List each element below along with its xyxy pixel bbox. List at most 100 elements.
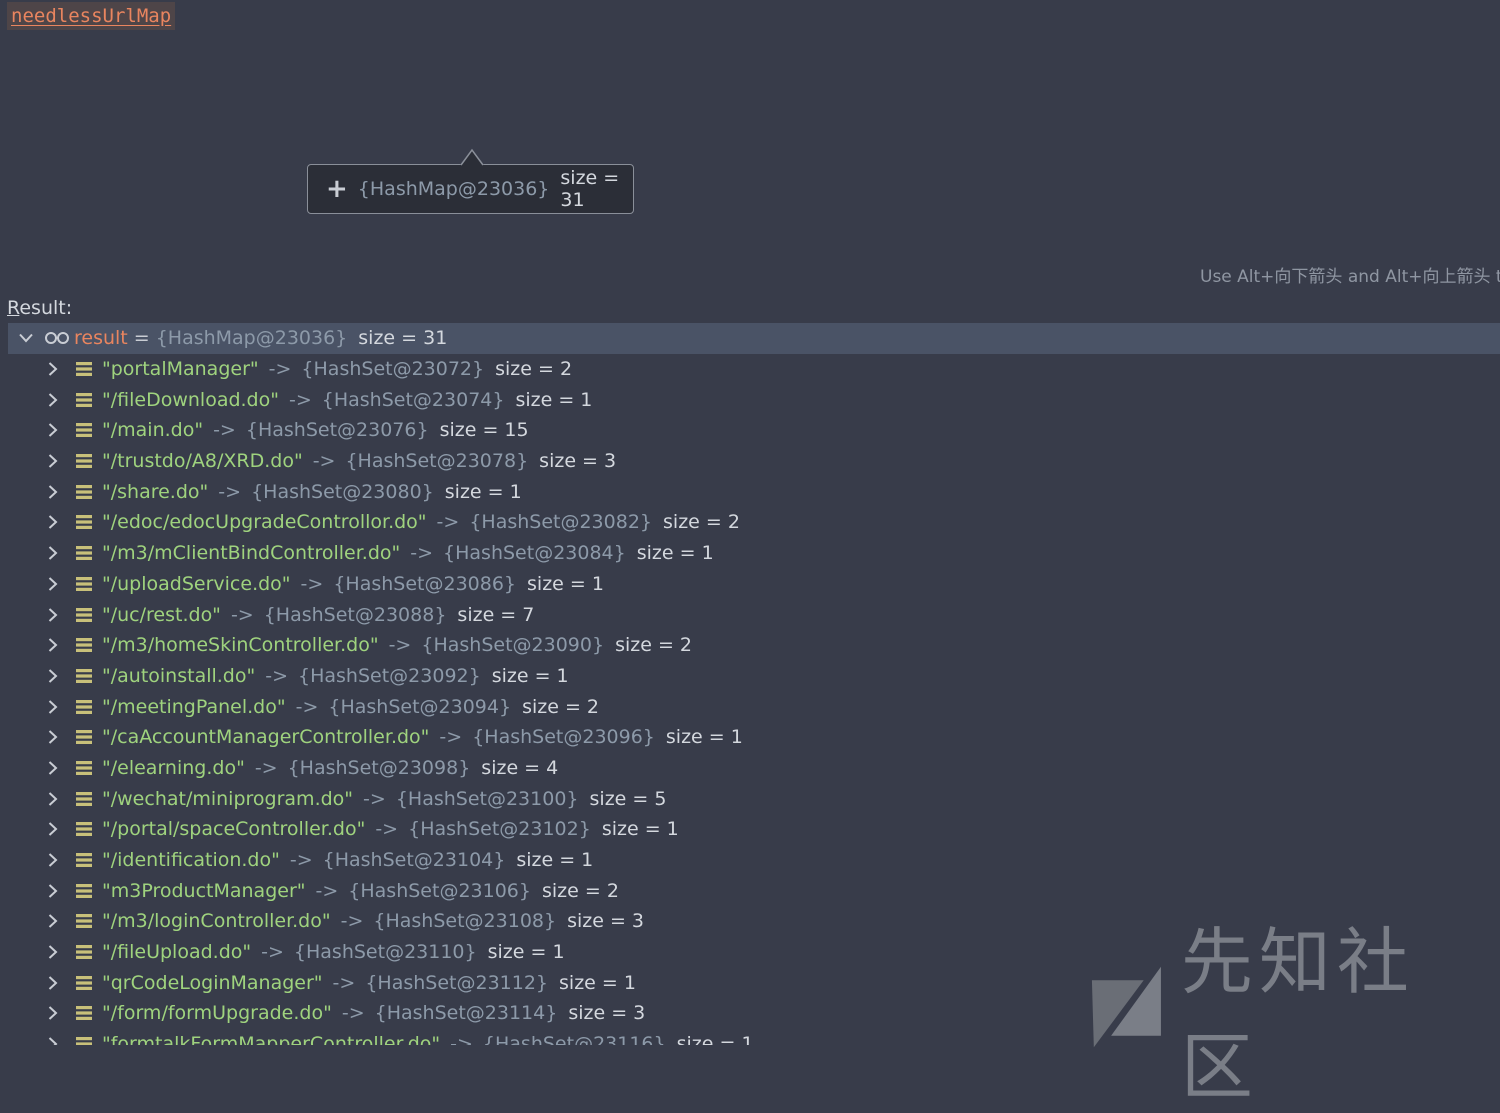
map-entry-icon [76,822,92,837]
map-entry-icon [76,791,92,806]
tree-row[interactable]: "/m3/mClientBindController.do" -> {HashSet… [8,538,1500,569]
chevron-right-icon[interactable] [43,666,63,686]
tree-row[interactable]: "/autoinstall.do" -> {HashSet@23092} size =… [8,661,1500,692]
watermark-logo-icon [1091,966,1161,1047]
entry-key: "/wechat/miniprogram.do" [102,787,354,810]
tree-root-row[interactable]: result = {HashMap@23036} size = 31 [8,323,1500,354]
tree-row[interactable]: "/identification.do" -> {HashSet@23104} siz… [8,845,1500,876]
chevron-right-icon[interactable] [43,482,63,502]
chevron-right-icon[interactable] [43,697,63,717]
chevron-right-icon[interactable] [43,1034,63,1045]
map-entry-icon [76,699,92,714]
entry-key: "/uploadService.do" [102,572,291,595]
entry-size: size = 1 [559,971,636,994]
map-entry-icon [76,576,92,591]
map-entry-icon [76,668,92,683]
expand-plus-icon[interactable]: + [326,176,348,202]
chevron-right-icon[interactable] [43,390,63,410]
map-entry-icon [76,638,92,653]
chevron-down-icon[interactable] [16,328,36,348]
chevron-right-icon[interactable] [43,942,63,962]
chevron-right-icon[interactable] [43,359,63,379]
entry-arrow: -> [261,941,284,964]
entry-type: {HashSet@23096} [472,726,655,749]
chevron-right-icon[interactable] [43,911,63,931]
tree-row[interactable]: "/edoc/edocUpgradeControllor.do" -> {HashS… [8,507,1500,538]
map-entry-icon [76,546,92,561]
entry-key: "/meetingPanel.do" [102,695,286,718]
entry-arrow: -> [340,910,364,933]
entry-size: size = 2 [495,358,573,381]
entry-type: {HashSet@23108} [373,910,557,933]
entry-type: {HashSet@23074} [321,388,505,411]
chevron-right-icon[interactable] [43,758,63,778]
tree-row[interactable]: "/portal/spaceController.do" -> {HashSet@2… [8,814,1500,845]
entry-key: "formtalkFormMapperController.do" [102,1033,441,1045]
chevron-right-icon[interactable] [43,850,63,870]
chevron-right-icon[interactable] [43,819,63,839]
chevron-right-icon[interactable] [43,574,63,594]
root-type: {HashMap@23036} [155,327,348,350]
tree-row[interactable]: "/meetingPanel.do" -> {HashSet@23094} size … [8,691,1500,722]
entry-type: {HashSet@23106} [348,879,531,902]
popup-pointer [460,148,484,166]
expression-token[interactable]: needlessUrlMap [7,2,176,30]
map-entry-icon [76,454,92,469]
chevron-right-icon[interactable] [43,635,63,655]
entry-key: "/share.do" [102,480,209,503]
entry-size: size = 1 [676,1033,754,1045]
entry-size: size = 2 [522,695,600,718]
entry-arrow: -> [332,971,356,994]
entry-arrow: -> [254,756,278,779]
chevron-right-icon[interactable] [43,881,63,901]
tree-row[interactable]: "/wechat/miniprogram.do" -> {HashSet@23100… [8,783,1500,814]
map-entry-icon [76,362,92,377]
chevron-right-icon[interactable] [43,727,63,747]
entry-key: "/trustdo/A8/XRD.do" [102,450,303,473]
navigation-hint: Use Alt+向下箭头 and Alt+向上箭头 to [1200,267,1500,287]
entry-type: {HashSet@23082} [469,511,653,534]
watermark-text: 先知社区 [1180,919,1415,1109]
chevron-right-icon[interactable] [43,512,63,532]
entry-key: "/portal/spaceController.do" [102,818,366,841]
entry-type: {HashSet@23100} [395,787,579,810]
popup-size: size = 31 [560,167,620,211]
tree-row[interactable]: "/elearning.do" -> {HashSet@23098} size = 4 [8,753,1500,784]
tree-row[interactable]: "/main.do" -> {HashSet@23076} size = 15 [8,415,1500,446]
expression-editor[interactable]: needlessUrlMap + {HashMap@23036} size = … [0,0,1500,292]
chevron-right-icon[interactable] [43,605,63,625]
tree-row[interactable]: "/trustdo/A8/XRD.do" -> {HashSet@23078} siz… [8,446,1500,477]
chevron-right-icon[interactable] [43,1003,63,1023]
tree-row[interactable]: "/caAccountManagerController.do" -> {HashS… [8,722,1500,753]
entry-size: size = 15 [439,419,529,442]
chevron-right-icon[interactable] [43,420,63,440]
chevron-right-icon[interactable] [43,543,63,563]
tree-row[interactable]: "/fileDownload.do" -> {HashSet@23074} size … [8,384,1500,415]
tree-row[interactable]: "m3ProductManager" -> {HashSet@23106} size … [8,875,1500,906]
chevron-right-icon[interactable] [43,973,63,993]
entry-size: size = 7 [457,603,535,626]
tree-row[interactable]: "/share.do" -> {HashSet@23080} size = 1 [8,476,1500,507]
entry-type: {HashSet@23092} [298,664,481,687]
entry-type: {HashSet@23110} [293,941,477,964]
tree-row[interactable]: "/uc/rest.do" -> {HashSet@23088} size = 7 [8,599,1500,630]
entry-key: "/fileDownload.do" [102,388,279,411]
chevron-right-icon[interactable] [43,789,63,809]
map-entry-icon [76,484,92,499]
entry-size: size = 1 [515,388,593,411]
tree-row[interactable]: "portalManager" -> {HashSet@23072} size = 2 [8,354,1500,385]
entry-arrow: -> [375,818,399,841]
entry-arrow: -> [289,849,313,872]
chevron-right-icon[interactable] [43,451,63,471]
entry-arrow: -> [213,419,236,442]
entry-key: "/uc/rest.do" [102,603,221,626]
entry-size: size = 1 [636,542,714,565]
entry-key: "/autoinstall.do" [102,664,256,687]
entry-size: size = 1 [491,664,569,687]
entry-type: {HashSet@23114} [374,1002,558,1025]
tree-row[interactable]: "/m3/homeSkinController.do" -> {HashSet@23… [8,630,1500,661]
root-size: size = 31 [358,327,448,350]
map-entry-icon [76,975,92,990]
tree-row[interactable]: "/uploadService.do" -> {HashSet@23086} size… [8,569,1500,600]
map-entry-icon [76,730,92,745]
